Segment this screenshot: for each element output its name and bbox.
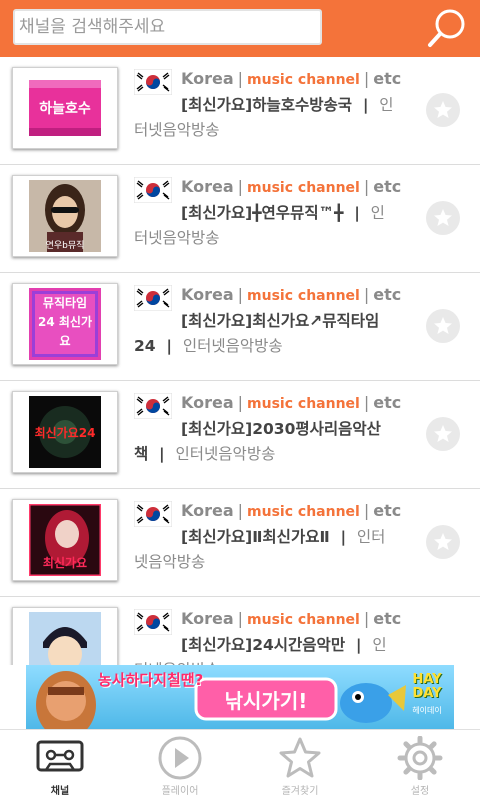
favorite-button[interactable] <box>426 201 460 235</box>
ad-brand-logo: HAY DAY <box>412 672 442 701</box>
channel-etc: etc <box>373 393 402 412</box>
channel-title: [최신가요]하늘호수방송국 <box>181 96 353 114</box>
tab-label: 채널 <box>50 786 70 797</box>
channel-description: [최신가요]하늘호수방송국 | 인터넷음악방송 <box>134 96 394 139</box>
channel-thumbnail: 뮤직타임 24 최신가요 <box>12 283 118 365</box>
channel-list[interactable]: 하늘호수 Korea | music channel | etc [최신가요]하늘호수방… <box>0 57 480 665</box>
channel-category: music channel <box>247 612 360 628</box>
channel-country: Korea <box>181 501 234 520</box>
tab-channel[interactable]: 채널 <box>0 730 120 801</box>
tab-label: 즐겨찾기 <box>281 786 319 797</box>
tab-settings[interactable]: 설정 <box>360 730 480 801</box>
channel-category: music channel <box>247 396 360 412</box>
channel-thumbnail: 하늘호수 <box>12 67 118 149</box>
star-icon <box>434 317 452 334</box>
channel-country: Korea <box>181 609 234 628</box>
channel-category: music channel <box>247 288 360 304</box>
search-icon <box>428 9 465 47</box>
search-button[interactable] <box>424 6 470 50</box>
channel-description: [최신가요]2030평사리음악산책 | 인터넷음악방송 <box>134 420 381 463</box>
channel-etc: etc <box>373 501 402 520</box>
channel-meta: Korea | music channel | etc <box>181 393 402 412</box>
channel-description: [최신가요]╋연우뮤직™╋ | 인터넷음악방송 <box>134 204 385 247</box>
channel-item[interactable]: 최신가요 Korea | music channel | etc [최신가요]Ⅱ최신가요… <box>0 489 480 597</box>
tab-player[interactable]: 플레이어 <box>120 730 240 801</box>
channel-item[interactable]: 최신가요24 Korea | music channel | etc [최신가요]203… <box>0 381 480 489</box>
channel-thumbnail: 연우b뮤직 <box>12 175 118 257</box>
channel-etc: etc <box>373 285 402 304</box>
channel-item[interactable]: 하늘호수 Korea | music channel | etc [최신가요]하늘호수방… <box>0 57 480 165</box>
thumbnail-text: 연우b뮤직 <box>45 241 85 251</box>
tab-favorites[interactable]: 즐겨찾기 <box>240 730 360 801</box>
thumbnail-text: 최신가요24 <box>34 426 96 440</box>
favorite-button[interactable] <box>426 93 460 127</box>
bottom-tab-bar: 채널 플레이어 즐겨찾기 설정 <box>0 729 480 801</box>
channel-country: Korea <box>181 285 234 304</box>
ad-banner[interactable]: 농사하다지칠땐? 낚시가기! HAY DAY 헤이데이 <box>26 665 454 729</box>
channel-country: Korea <box>181 393 234 412</box>
thumbnail-text: 최신가요 <box>42 556 88 570</box>
star-outline-icon <box>279 737 321 778</box>
channel-meta: Korea | music channel | etc <box>181 501 402 520</box>
favorite-button[interactable] <box>426 309 460 343</box>
korea-flag-icon <box>134 501 172 527</box>
channel-country: Korea <box>181 177 234 196</box>
korea-flag-icon <box>134 177 172 203</box>
channel-description: [최신가요]24시간음악만 | 인터넷음악방송 <box>134 633 394 665</box>
channel-meta: Korea | music channel | etc <box>181 177 402 196</box>
tab-label: 설정 <box>410 786 430 797</box>
channel-etc: etc <box>373 177 402 196</box>
ad-cta-text: 낚시가기! <box>224 689 308 713</box>
channel-description: [최신가요]Ⅱ최신가요Ⅱ | 인터넷음악방송 <box>134 528 386 571</box>
korea-flag-icon <box>134 609 172 635</box>
play-icon <box>158 736 202 780</box>
channel-country: Korea <box>181 69 234 88</box>
app-header <box>0 0 480 57</box>
channel-category: music channel <box>247 504 360 520</box>
channel-item[interactable]: Korea | music channel | etc [최신가요]24시간음악만 | … <box>0 597 480 665</box>
korea-flag-icon <box>134 393 172 419</box>
star-icon <box>434 425 452 442</box>
channel-subtitle: 인터넷음악방송 <box>175 445 276 463</box>
favorite-button[interactable] <box>426 525 460 559</box>
channel-etc: etc <box>373 609 402 628</box>
channel-meta: Korea | music channel | etc <box>181 285 402 304</box>
channel-meta: Korea | music channel | etc <box>181 69 402 88</box>
channel-title: [최신가요]Ⅱ최신가요Ⅱ <box>181 528 330 546</box>
favorite-button[interactable] <box>426 417 460 451</box>
search-input[interactable] <box>13 9 322 45</box>
gear-icon <box>397 736 443 780</box>
channel-thumbnail: 최신가요 <box>12 499 118 581</box>
channel-category: music channel <box>247 180 360 196</box>
channel-subtitle: 인터넷음악방송 <box>182 337 283 355</box>
channel-thumbnail <box>12 607 118 665</box>
thumbnail-text: 하늘호수 <box>39 101 91 117</box>
channel-category: music channel <box>247 72 360 88</box>
channel-meta: Korea | music channel | etc <box>181 609 402 628</box>
korea-flag-icon <box>134 285 172 311</box>
thumbnail-text: 뮤직타임 24 최신가요 <box>38 296 92 348</box>
cassette-icon <box>36 740 84 772</box>
star-icon <box>434 209 452 226</box>
korea-flag-icon <box>134 69 172 95</box>
channel-description: [최신가요]최신가요↗뮤직타임24 | 인터넷음악방송 <box>134 312 380 355</box>
star-icon <box>434 101 452 118</box>
ad-brand-sub: 헤이데이 <box>412 706 442 715</box>
channel-item[interactable]: 뮤직타임 24 최신가요 Korea | music channel | etc [최신… <box>0 273 480 381</box>
channel-thumbnail: 최신가요24 <box>12 391 118 473</box>
channel-title: [최신가요]╋연우뮤직™╋ <box>181 204 344 222</box>
star-icon <box>434 533 452 550</box>
ad-headline: 농사하다지칠땐? <box>98 671 204 689</box>
tab-label: 플레이어 <box>161 786 199 797</box>
channel-etc: etc <box>373 69 402 88</box>
channel-item[interactable]: 연우b뮤직 Korea | music channel | etc [최신가요]╋연우뮤… <box>0 165 480 273</box>
channel-title: [최신가요]24시간음악만 <box>181 636 346 654</box>
